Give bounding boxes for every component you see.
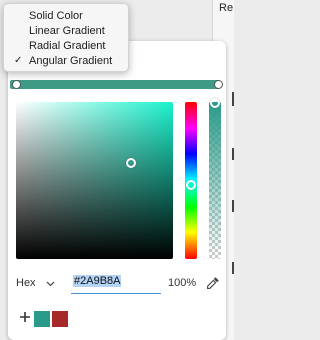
menu-item-solid-color[interactable]: Solid Color — [29, 10, 83, 22]
panel-edge-mark — [232, 262, 234, 274]
gradient-preview-bar[interactable] — [10, 80, 220, 89]
menu-item-linear-gradient[interactable]: Linear Gradient — [29, 25, 105, 37]
menu-item-radial-gradient[interactable]: Radial Gradient — [29, 40, 105, 52]
inspector-panel-label: Re — [219, 2, 234, 14]
opacity-slider-handle[interactable] — [210, 98, 220, 108]
saved-swatch[interactable] — [52, 311, 68, 327]
chevron-down-icon — [46, 281, 55, 286]
saturation-brightness-handle[interactable] — [126, 158, 136, 168]
eyedropper-icon[interactable] — [206, 276, 220, 290]
color-format-label: Hex — [16, 277, 36, 289]
checkmark-icon: ✓ — [14, 55, 23, 66]
fill-type-menu: Solid Color Linear Gradient Radial Gradi… — [3, 3, 129, 72]
saved-swatch[interactable] — [34, 311, 50, 327]
panel-edge-mark — [232, 92, 234, 106]
saturation-brightness-field[interactable] — [16, 102, 173, 259]
gradient-stop-end[interactable] — [214, 80, 223, 89]
hex-value-field[interactable]: #2A9B8A — [71, 275, 161, 294]
panel-edge-mark — [232, 148, 234, 160]
opacity-slider[interactable] — [209, 102, 221, 259]
plus-icon[interactable] — [19, 311, 31, 323]
opacity-value[interactable]: 100% — [168, 277, 196, 289]
color-picker-screen: Re Hex #2A9B8A 100% Solid Color Linear G… — [0, 0, 234, 340]
hue-slider-handle[interactable] — [186, 180, 196, 190]
gradient-stop-start[interactable] — [12, 80, 21, 89]
panel-edge-mark — [232, 200, 234, 212]
menu-item-angular-gradient[interactable]: Angular Gradient — [29, 55, 112, 67]
hex-value-selection: #2A9B8A — [73, 275, 122, 287]
color-format-select[interactable]: Hex — [16, 276, 55, 290]
